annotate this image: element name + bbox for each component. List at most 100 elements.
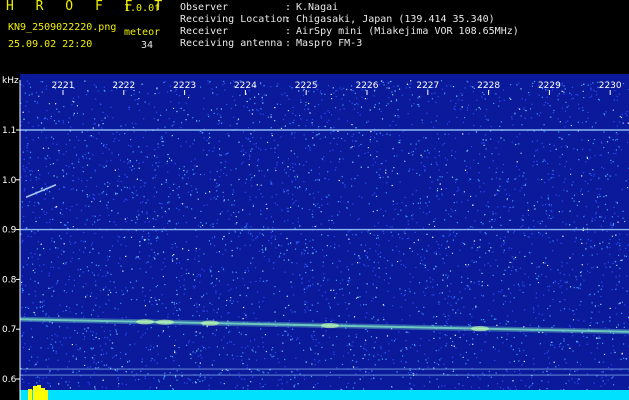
noise-pixel: [284, 125, 286, 127]
noise-pixel: [184, 288, 186, 290]
noise-pixel: [473, 243, 475, 245]
noise-pixel: [65, 337, 67, 339]
noise-pixel: [287, 334, 289, 336]
noise-pixel: [113, 140, 115, 142]
noise-pixel: [123, 293, 125, 295]
noise-pixel: [22, 289, 24, 291]
noise-pixel: [153, 377, 155, 379]
noise-pixel: [78, 178, 80, 180]
noise-pixel: [483, 142, 485, 144]
noise-pixel: [105, 265, 107, 267]
noise-pixel: [187, 177, 190, 179]
noise-pixel: [51, 345, 54, 347]
noise-pixel: [428, 201, 430, 203]
noise-pixel: [143, 300, 146, 302]
noise-pixel: [241, 346, 243, 348]
noise-pixel: [291, 371, 293, 373]
noise-pixel: [412, 150, 414, 153]
noise-pixel: [508, 207, 511, 209]
noise-pixel: [626, 141, 629, 144]
noise-pixel: [220, 162, 222, 164]
noise-pixel: [256, 165, 259, 167]
noise-pixel: [138, 167, 140, 169]
noise-pixel: [305, 104, 307, 106]
noise-pixel: [535, 317, 537, 319]
noise-pixel: [249, 213, 251, 215]
noise-pixel: [342, 279, 344, 281]
noise-pixel: [600, 295, 602, 298]
noise-pixel: [51, 237, 53, 239]
noise-pixel: [196, 311, 198, 313]
noise-pixel: [242, 209, 244, 211]
noise-pixel: [566, 281, 568, 283]
noise-pixel: [434, 361, 436, 364]
noise-pixel: [385, 273, 387, 275]
noise-pixel: [348, 238, 350, 240]
noise-pixel: [58, 111, 60, 113]
noise-pixel: [326, 298, 328, 300]
noise-pixel: [553, 290, 555, 292]
noise-pixel: [84, 240, 86, 243]
noise-pixel: [172, 260, 174, 262]
noise-pixel: [454, 235, 456, 237]
noise-pixel: [387, 176, 389, 178]
noise-pixel: [563, 340, 565, 342]
noise-pixel: [485, 233, 487, 235]
noise-pixel: [517, 283, 519, 285]
noise-pixel: [60, 208, 62, 211]
noise-pixel: [606, 230, 608, 233]
noise-pixel: [190, 195, 192, 197]
noise-pixel: [174, 350, 176, 352]
noise-pixel: [575, 237, 577, 239]
noise-pixel: [339, 87, 341, 89]
noise-pixel: [499, 322, 501, 325]
noise-pixel: [438, 169, 440, 171]
noise-pixel: [144, 375, 146, 378]
noise-pixel: [494, 348, 496, 350]
noise-pixel: [556, 239, 558, 241]
noise-pixel: [317, 353, 319, 355]
noise-pixel: [368, 354, 370, 356]
noise-pixel: [611, 369, 613, 371]
noise-pixel: [442, 258, 444, 260]
noise-pixel: [418, 105, 420, 107]
noise-pixel: [83, 338, 85, 340]
noise-pixel: [263, 85, 265, 87]
noise-pixel: [428, 100, 430, 103]
noise-pixel: [442, 88, 444, 90]
noise-pixel: [43, 300, 45, 302]
noise-pixel: [220, 108, 222, 110]
noise-pixel: [579, 304, 581, 306]
noise-pixel: [295, 179, 297, 181]
noise-pixel: [306, 301, 308, 303]
noise-pixel: [359, 273, 361, 275]
noise-pixel: [73, 180, 75, 182]
noise-pixel: [416, 222, 418, 224]
noise-pixel: [138, 98, 140, 100]
noise-pixel: [463, 334, 465, 336]
noise-pixel: [432, 236, 434, 238]
noise-pixel: [612, 139, 614, 141]
noise-pixel: [456, 222, 458, 224]
noise-pixel: [435, 162, 437, 164]
noise-pixel: [613, 99, 615, 101]
noise-pixel: [183, 279, 185, 281]
noise-pixel: [141, 358, 143, 360]
noise-pixel: [404, 299, 406, 301]
noise-pixel: [505, 323, 507, 325]
noise-pixel: [23, 332, 25, 334]
noise-pixel: [93, 198, 95, 201]
noise-pixel: [236, 247, 238, 249]
noise-pixel: [591, 95, 593, 97]
noise-pixel: [125, 124, 127, 126]
noise-pixel: [391, 226, 393, 228]
noise-pixel: [561, 265, 563, 267]
noise-pixel: [503, 99, 505, 101]
noise-pixel: [550, 177, 552, 179]
noise-pixel: [274, 238, 276, 240]
noise-pixel: [265, 280, 267, 283]
noise-pixel: [203, 294, 205, 296]
noise-pixel: [252, 376, 254, 378]
noise-pixel: [70, 260, 72, 262]
noise-pixel: [391, 339, 393, 341]
